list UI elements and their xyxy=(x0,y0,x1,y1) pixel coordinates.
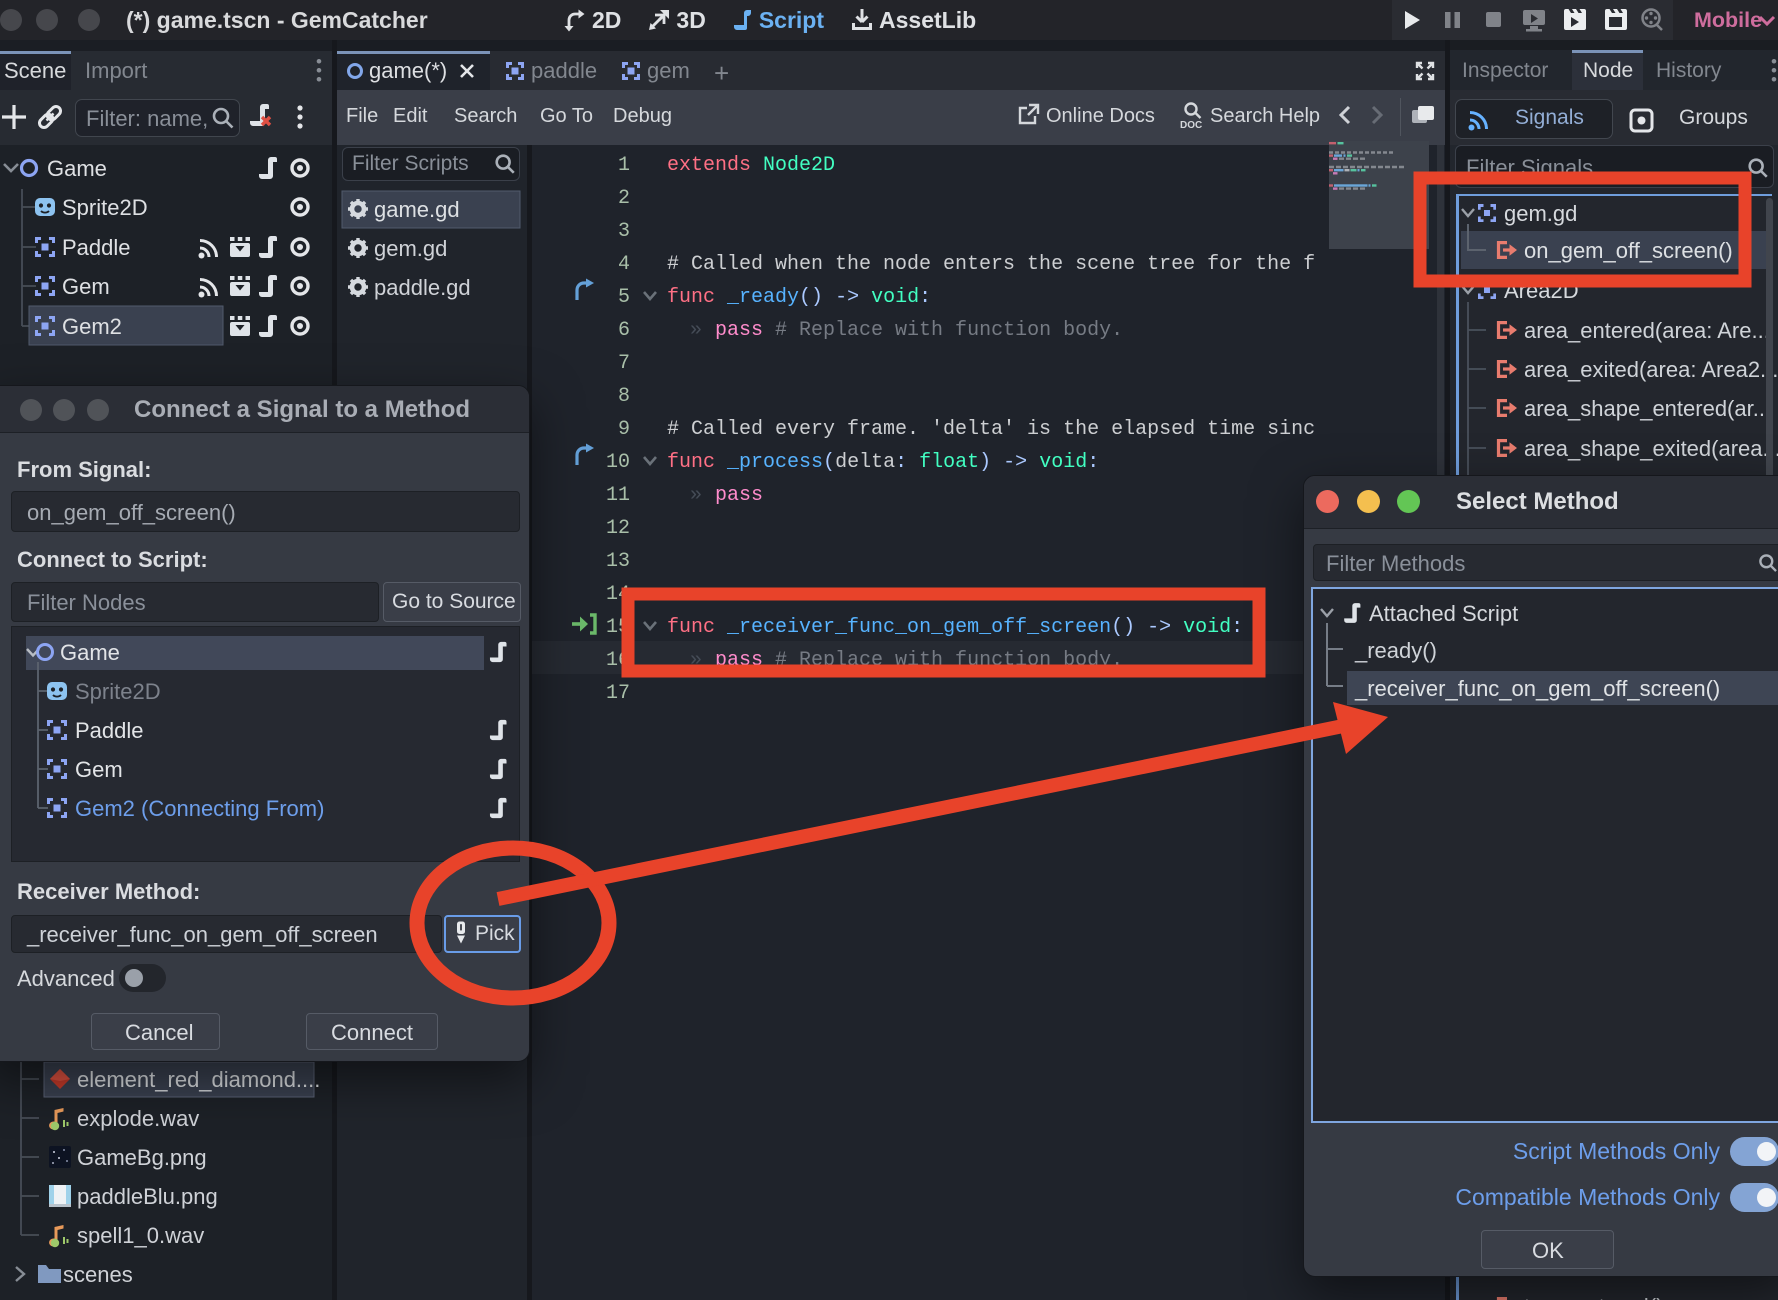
svg-text:Attached Script: Attached Script xyxy=(1369,601,1518,626)
svg-text:area_shape_exited(area...: area_shape_exited(area... xyxy=(1524,436,1778,461)
svg-text:Paddle: Paddle xyxy=(62,235,131,260)
svg-text:explode.wav: explode.wav xyxy=(77,1106,199,1131)
svg-text:Game: Game xyxy=(60,640,120,665)
svg-text:Gem2: Gem2 xyxy=(62,314,122,339)
svg-text:tree_entered(): tree_entered() xyxy=(1524,1294,1663,1300)
svg-text:_ready(): _ready() xyxy=(1354,638,1437,663)
svg-text:on_gem_off_screen(): on_gem_off_screen() xyxy=(1524,238,1733,263)
svg-text:Gem: Gem xyxy=(75,757,123,782)
svg-text:Gem: Gem xyxy=(62,274,110,299)
svg-text:GameBg.png: GameBg.png xyxy=(77,1145,207,1170)
svg-text:gem.gd: gem.gd xyxy=(1504,201,1577,226)
svg-text:spell1_0.wav: spell1_0.wav xyxy=(77,1223,204,1248)
svg-text:gem.gd: gem.gd xyxy=(374,236,447,261)
svg-text:area_exited(area: Area2...: area_exited(area: Area2... xyxy=(1524,357,1778,382)
svg-text:Game: Game xyxy=(47,156,107,181)
svg-text:area_entered(area: Are...: area_entered(area: Are... xyxy=(1524,318,1770,343)
svg-text:Paddle: Paddle xyxy=(75,718,144,743)
svg-text:Sprite2D: Sprite2D xyxy=(75,679,161,704)
svg-text:Gem2 (Connecting From): Gem2 (Connecting From) xyxy=(75,796,324,821)
svg-text:DOC: DOC xyxy=(1180,120,1202,130)
svg-text:Area2D: Area2D xyxy=(1504,278,1579,303)
svg-text:paddle.gd: paddle.gd xyxy=(374,275,471,300)
svg-text:area_shape_entered(ar...: area_shape_entered(ar... xyxy=(1524,396,1771,421)
svg-text:_receiver_func_on_gem_off_scre: _receiver_func_on_gem_off_screen() xyxy=(1354,676,1720,701)
svg-text:game.gd: game.gd xyxy=(374,197,460,222)
svg-text:Sprite2D: Sprite2D xyxy=(62,195,148,220)
svg-text:element_red_diamond....: element_red_diamond.... xyxy=(77,1067,320,1092)
svg-text:paddleBlu.png: paddleBlu.png xyxy=(77,1184,218,1209)
svg-text:scenes: scenes xyxy=(63,1262,133,1287)
